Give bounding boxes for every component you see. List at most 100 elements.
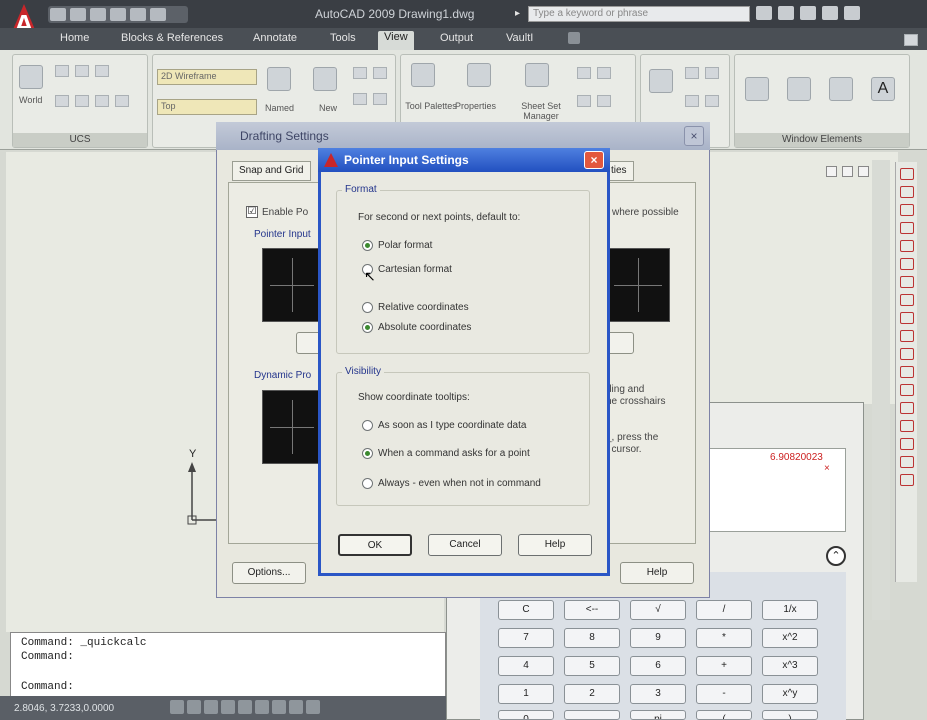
- palette-icon[interactable]: [577, 67, 591, 79]
- calc-key-clear[interactable]: C: [498, 600, 554, 620]
- draw-toolbar[interactable]: [895, 162, 917, 582]
- properties-icon[interactable]: [467, 63, 491, 87]
- calc-key-0[interactable]: 0: [498, 710, 554, 720]
- circle-icon[interactable]: [899, 258, 914, 270]
- viewport-icon[interactable]: [353, 67, 367, 79]
- close-viewport-icon[interactable]: [858, 166, 869, 177]
- calc-key-8[interactable]: 8: [564, 628, 620, 648]
- add-selected-icon[interactable]: [899, 474, 914, 486]
- table-icon[interactable]: [899, 438, 914, 450]
- command-prompt[interactable]: Command:: [21, 681, 74, 693]
- tab-snap-and-grid[interactable]: Snap and Grid: [232, 161, 311, 181]
- snap-icon[interactable]: [170, 700, 184, 714]
- close-icon[interactable]: [844, 6, 860, 20]
- vertical-scrollbar[interactable]: [872, 160, 890, 620]
- tab-blocks-references[interactable]: Blocks & References: [121, 32, 223, 48]
- calc-key-9[interactable]: 9: [630, 628, 686, 648]
- window-element-icon[interactable]: [787, 77, 811, 101]
- help-button[interactable]: Help: [518, 534, 592, 556]
- relative-coordinates-radio[interactable]: [362, 302, 373, 313]
- viewport-icon[interactable]: [373, 93, 387, 105]
- properties-button-label[interactable]: Properties: [455, 101, 496, 111]
- search-input[interactable]: Type a keyword or phrase: [528, 6, 750, 22]
- window-element-icon[interactable]: [745, 77, 769, 101]
- spline-icon[interactable]: [899, 294, 914, 306]
- ucs-icon[interactable]: [55, 95, 69, 107]
- calc-key-2[interactable]: 2: [564, 684, 620, 704]
- calc-key-divide[interactable]: /: [696, 600, 752, 620]
- ucs-icon[interactable]: [95, 95, 109, 107]
- command-asks-point-radio[interactable]: [362, 448, 373, 459]
- window-icon[interactable]: [705, 67, 719, 79]
- info-icon[interactable]: [756, 6, 772, 20]
- ucs-icon[interactable]: [75, 95, 89, 107]
- help-icon[interactable]: [800, 6, 816, 20]
- sheet-set-button-label[interactable]: Sheet Set Manager: [513, 101, 569, 121]
- hatch-icon[interactable]: [899, 384, 914, 396]
- calc-key-1[interactable]: 1: [498, 684, 554, 704]
- as-soon-as-type-label[interactable]: As soon as I type coordinate data: [378, 420, 526, 431]
- ok-button[interactable]: OK: [338, 534, 412, 556]
- make-block-icon[interactable]: [899, 348, 914, 360]
- calc-key-plus[interactable]: +: [696, 656, 752, 676]
- otrack-icon[interactable]: [255, 700, 269, 714]
- dyn-icon[interactable]: [289, 700, 303, 714]
- calc-key-reciprocal[interactable]: 1/x: [762, 600, 818, 620]
- calc-key-pi[interactable]: pi: [630, 710, 686, 720]
- ribbon-close-icon[interactable]: [904, 34, 918, 46]
- always-label[interactable]: Always - even when not in command: [378, 478, 541, 489]
- coordinate-readout[interactable]: 2.8046, 3.7233,0.0000: [14, 703, 114, 714]
- named-view-icon[interactable]: [267, 67, 291, 91]
- viewport-icon[interactable]: [353, 93, 367, 105]
- region-icon[interactable]: [899, 420, 914, 432]
- osnap-icon[interactable]: [238, 700, 252, 714]
- palette-icon[interactable]: [597, 95, 611, 107]
- restore-viewport-icon[interactable]: [842, 166, 853, 177]
- calc-key-minus[interactable]: -: [696, 684, 752, 704]
- ortho-icon[interactable]: [204, 700, 218, 714]
- ducs-icon[interactable]: [272, 700, 286, 714]
- drafting-close-button[interactable]: ×: [684, 126, 704, 146]
- ribbon-minimize-icon[interactable]: [568, 32, 580, 44]
- calc-key-open-paren[interactable]: (: [696, 710, 752, 720]
- sheet-set-icon[interactable]: [525, 63, 549, 87]
- drafting-help-button[interactable]: Help: [620, 562, 694, 584]
- ucs-icon[interactable]: [55, 65, 69, 77]
- new-view-icon[interactable]: [313, 67, 337, 91]
- calc-key-multiply[interactable]: *: [696, 628, 752, 648]
- drawing-area-right[interactable]: [706, 152, 898, 404]
- calc-key-backspace[interactable]: <--: [564, 600, 620, 620]
- palette-icon[interactable]: [577, 95, 591, 107]
- calc-key-close-paren[interactable]: ): [762, 710, 818, 720]
- window-icon[interactable]: [685, 67, 699, 79]
- lwt-icon[interactable]: [306, 700, 320, 714]
- calc-key-power[interactable]: x^y: [762, 684, 818, 704]
- cartesian-format-label[interactable]: Cartesian format: [378, 264, 452, 275]
- grid-icon[interactable]: [187, 700, 201, 714]
- window-icon[interactable]: [685, 95, 699, 107]
- rectangle-icon[interactable]: [899, 222, 914, 234]
- world-icon[interactable]: [19, 65, 43, 89]
- tool-palettes-icon[interactable]: [411, 63, 435, 87]
- window-element-icon[interactable]: [829, 77, 853, 101]
- insert-block-icon[interactable]: [899, 330, 914, 342]
- calc-key-cube[interactable]: x^3: [762, 656, 818, 676]
- tool-palettes-button-label[interactable]: Tool Palettes: [405, 101, 457, 111]
- ucs-icon[interactable]: [115, 95, 129, 107]
- absolute-coordinates-radio[interactable]: [362, 322, 373, 333]
- new-button-label[interactable]: New: [319, 103, 337, 113]
- enable-pointer-input-checkbox[interactable]: ☑: [246, 206, 258, 218]
- named-button-label[interactable]: Named: [265, 103, 294, 113]
- minimize-icon[interactable]: [822, 6, 838, 20]
- palette-icon[interactable]: [597, 67, 611, 79]
- collapse-up-icon[interactable]: ⌃: [826, 546, 846, 566]
- calc-key-6[interactable]: 6: [630, 656, 686, 676]
- window-controls[interactable]: [756, 6, 916, 22]
- tab-vault[interactable]: VaultI: [506, 32, 533, 48]
- point-icon[interactable]: [899, 366, 914, 378]
- polar-icon[interactable]: [221, 700, 235, 714]
- text-window-icon[interactable]: A: [871, 77, 895, 101]
- ucs-icon[interactable]: [95, 65, 109, 77]
- calc-key-7[interactable]: 7: [498, 628, 554, 648]
- relative-coordinates-label[interactable]: Relative coordinates: [378, 302, 469, 313]
